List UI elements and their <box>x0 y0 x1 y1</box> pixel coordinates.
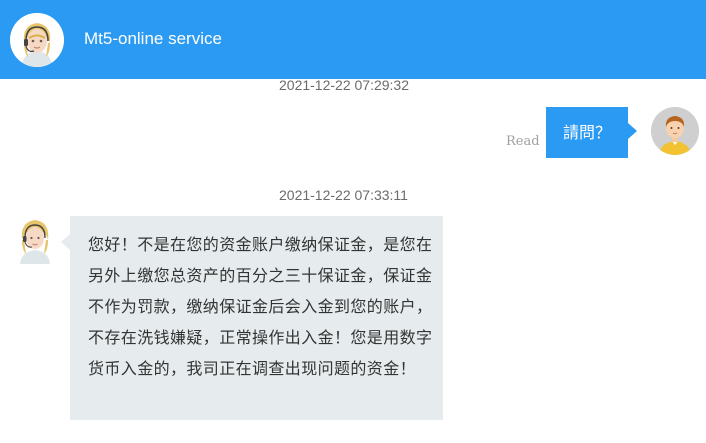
user-message-bubble[interactable]: 請問？ <box>546 107 628 158</box>
user-avatar-icon <box>651 107 699 155</box>
agent-message-bubble[interactable]: 您好！不是在您的资金账户缴纳保证金，是您在另外上缴您总资产的百分之三十保证金，保… <box>70 216 443 420</box>
agent-message-text: 您好！不是在您的资金账户缴纳保证金，是您在另外上缴您总资产的百分之三十保证金，保… <box>88 235 433 378</box>
chat-title: Mt5-online service <box>84 29 222 48</box>
support-agent-avatar-icon <box>10 13 64 67</box>
chat-window: Mt5-online service 2021-12-22 07:29:32 R… <box>0 0 706 443</box>
bubble-tail <box>628 123 637 139</box>
message-timestamp: 2021-12-22 07:29:32 <box>279 79 409 93</box>
bubble-tail <box>61 234 70 250</box>
read-status: Read <box>506 134 540 149</box>
message-timestamp: 2021-12-22 07:33:11 <box>279 187 408 203</box>
chat-header: Mt5-online service <box>0 0 706 79</box>
support-agent-avatar-icon <box>16 214 54 264</box>
